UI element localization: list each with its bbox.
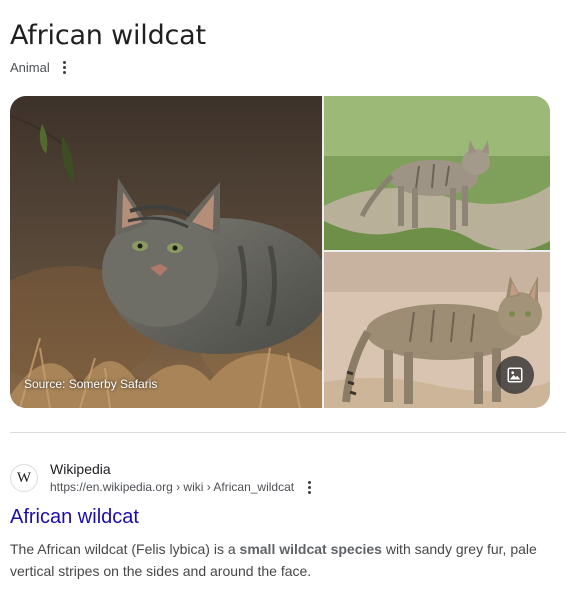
image-icon [506, 366, 524, 384]
result-source-text: Wikipedia https://en.wikipedia.org › wik… [50, 460, 314, 496]
entity-title: African wildcat [10, 20, 206, 51]
site-name[interactable]: Wikipedia [50, 460, 314, 478]
section-divider [10, 432, 566, 433]
entity-subtitle-row: Animal [10, 58, 70, 76]
wildcat-photo-walking[interactable] [324, 96, 550, 250]
wikipedia-favicon[interactable]: W [10, 464, 38, 492]
result-source-row: W Wikipedia https://en.wikipedia.org › w… [10, 460, 560, 496]
search-result: W Wikipedia https://en.wikipedia.org › w… [10, 460, 560, 582]
image-source-label: Source: Somerby Safaris [24, 377, 158, 391]
image-gallery: Source: Somerby Safaris [10, 96, 550, 408]
more-options-icon[interactable] [60, 59, 70, 75]
result-more-options-icon[interactable] [304, 479, 314, 495]
entity-type: Animal [10, 59, 50, 75]
more-images-button[interactable] [496, 356, 534, 394]
search-results-page: African wildcat Animal Source: Somerby S… [0, 0, 566, 607]
result-title-link[interactable]: African wildcat [10, 504, 560, 530]
wildcat-photo-main[interactable] [10, 96, 322, 408]
result-url[interactable]: https://en.wikipedia.org › wiki › Africa… [50, 478, 294, 496]
snippet-bold-text: small wildcat species [239, 541, 382, 557]
snippet-text-start: The African wildcat (Felis lybica) is a [10, 541, 240, 557]
result-url-row: https://en.wikipedia.org › wiki › Africa… [50, 478, 314, 496]
result-snippet: The African wildcat (Felis lybica) is a … [10, 538, 550, 582]
